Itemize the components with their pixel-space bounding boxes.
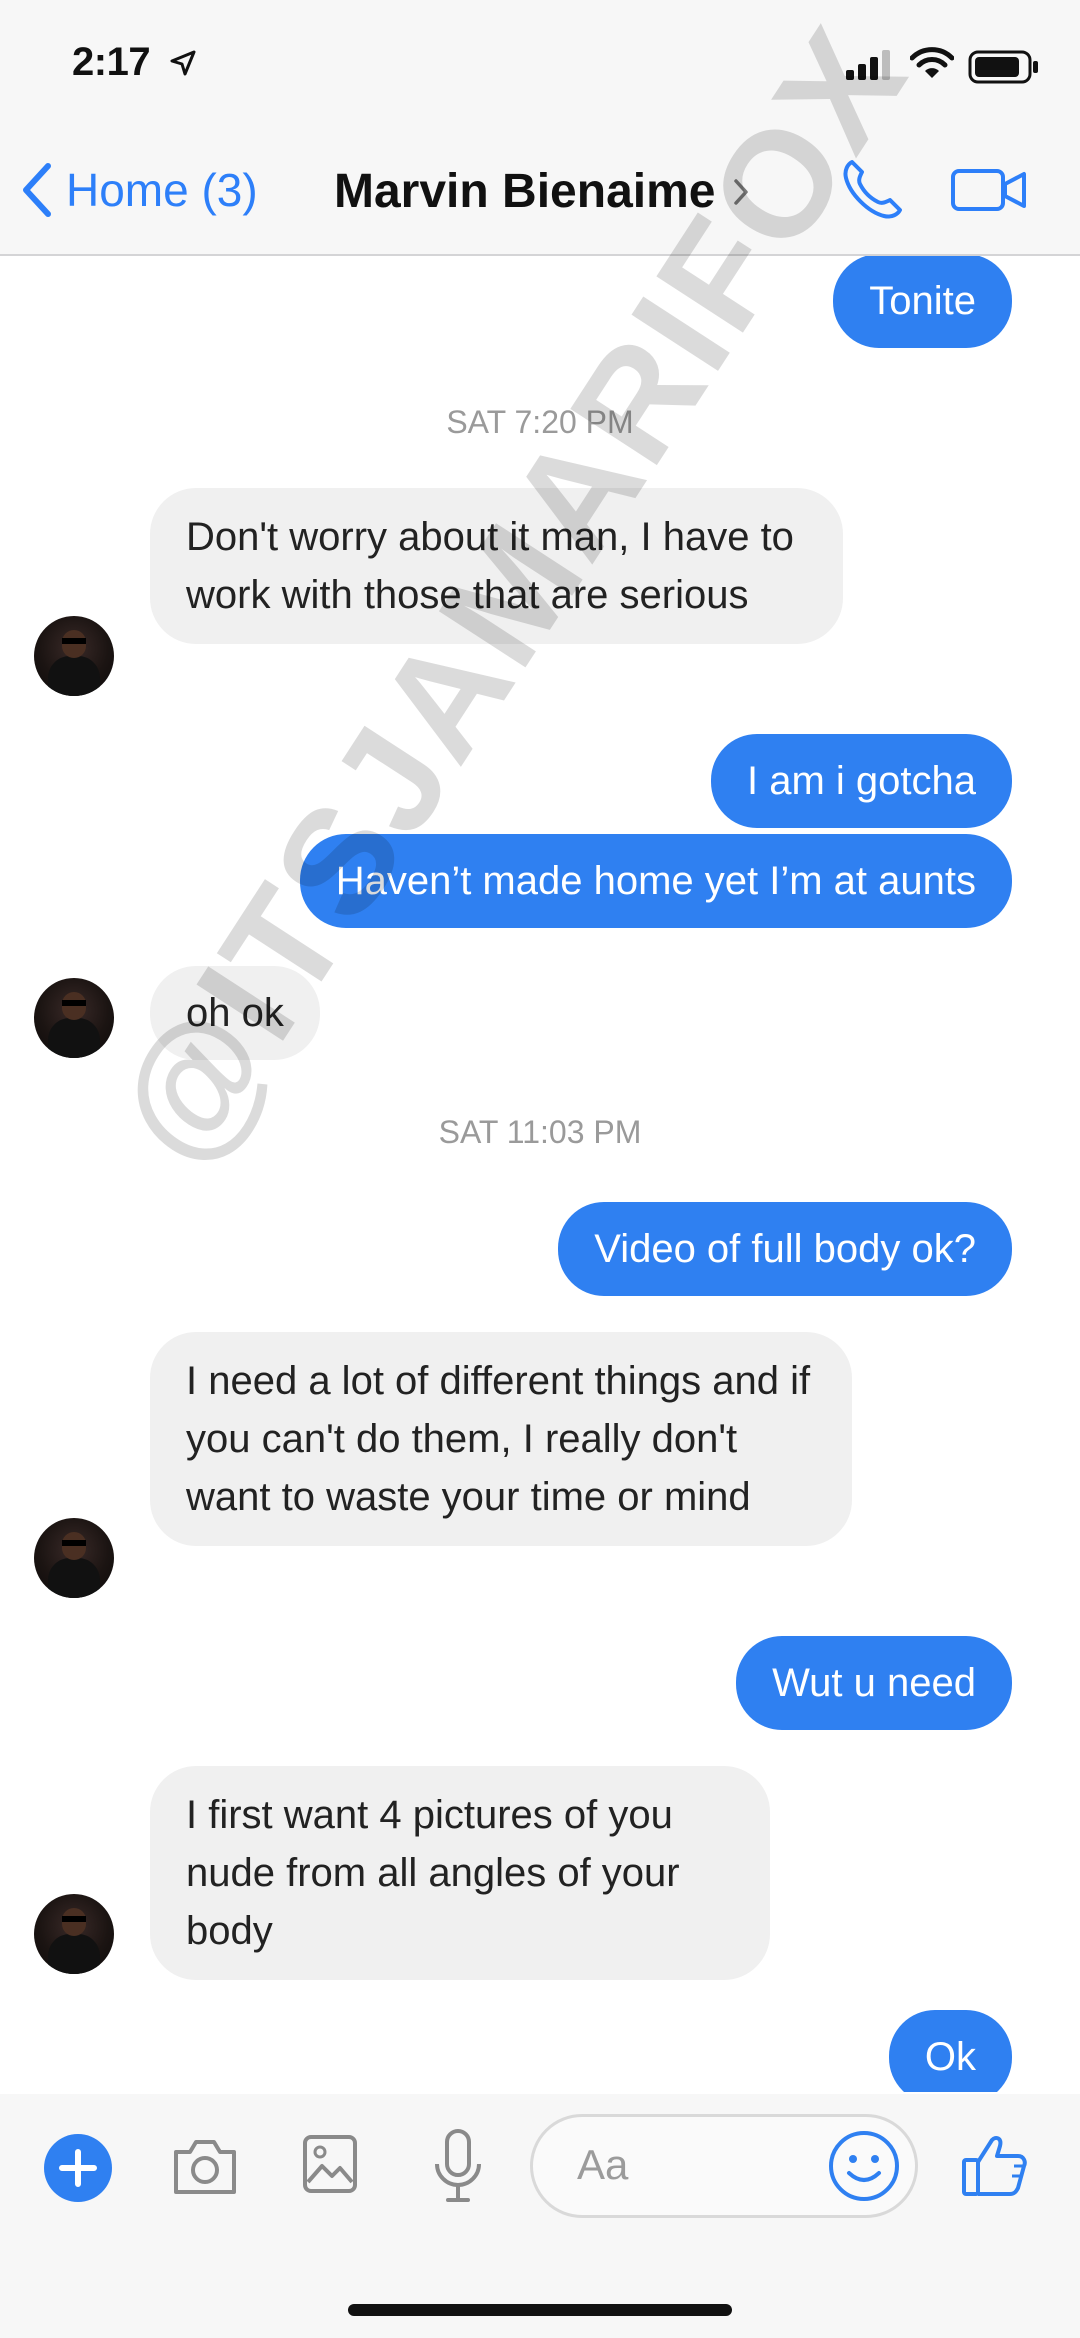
chevron-right-icon (734, 178, 749, 205)
message-incoming[interactable]: I first want 4 pictures of you nude from… (150, 1766, 770, 1980)
location-arrow-icon (170, 50, 196, 76)
message-timestamp: SAT 11:03 PM (438, 1114, 642, 1150)
message-outgoing[interactable]: Ok (888, 2010, 1012, 2092)
camera-icon[interactable] (170, 2136, 240, 2196)
video-camera-icon[interactable] (950, 166, 1028, 214)
status-bar: 2:17 (0, 0, 1080, 132)
home-indicator[interactable] (348, 2304, 732, 2316)
battery-icon (968, 50, 1038, 84)
microphone-icon[interactable] (432, 2128, 484, 2204)
phone-icon[interactable] (838, 154, 908, 224)
contact-name-button[interactable]: Marvin Bienaime (334, 164, 749, 219)
message-incoming[interactable]: oh ok (150, 966, 320, 1060)
contact-name: Marvin Bienaime (334, 165, 716, 218)
emoji-icon[interactable] (827, 2129, 901, 2203)
message-input[interactable]: Aa (530, 2114, 918, 2218)
avatar[interactable] (34, 1518, 114, 1598)
message-list[interactable]: Tonite SAT 7:20 PM Don't worry about it … (0, 256, 1080, 2092)
conversation-header: Home (3) Marvin Bienaime (0, 132, 1080, 256)
plus-icon[interactable] (42, 2132, 114, 2204)
avatar[interactable] (34, 1894, 114, 1974)
message-timestamp: SAT 7:20 PM (446, 404, 634, 440)
chevron-left-icon (23, 163, 51, 217)
back-button[interactable]: Home (3) (22, 162, 258, 218)
thumbs-up-icon[interactable] (960, 2130, 1030, 2200)
avatar[interactable] (34, 978, 114, 1058)
image-icon[interactable] (302, 2134, 358, 2194)
back-label: Home (3) (66, 164, 258, 216)
message-outgoing[interactable]: Video of full body ok? (558, 1202, 1012, 1296)
composer-bar: Aa (0, 2094, 1080, 2338)
message-outgoing[interactable]: Haven’t made home yet I’m at aunts (299, 834, 1012, 928)
message-incoming[interactable]: I need a lot of different things and if … (150, 1332, 852, 1546)
avatar[interactable] (34, 616, 114, 696)
message-incoming[interactable]: Don't worry about it man, I have to work… (150, 488, 843, 644)
status-time: 2:17 (72, 40, 151, 84)
message-outgoing[interactable]: I am i gotcha (710, 734, 1012, 828)
message-outgoing[interactable]: Wut u need (736, 1636, 1012, 1730)
message-input-placeholder: Aa (577, 2141, 629, 2188)
signal-icon (846, 50, 890, 80)
message-outgoing[interactable]: Tonite (833, 256, 1012, 348)
wifi-icon (910, 47, 954, 78)
